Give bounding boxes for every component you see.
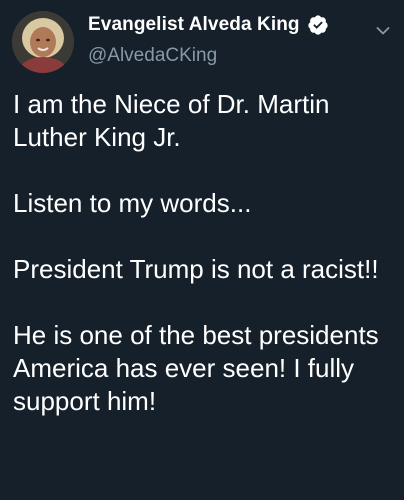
avatar[interactable]	[12, 11, 74, 73]
verified-badge-icon	[308, 15, 328, 35]
tweet-paragraph: I am the Niece of Dr. Martin Luther King…	[13, 89, 330, 152]
tweet-paragraph: He is one of the best presidents America…	[13, 320, 379, 416]
tweet-text: I am the Niece of Dr. Martin Luther King…	[13, 88, 398, 418]
avatar-image	[12, 11, 74, 73]
tweet-paragraph: President Trump is not a racist!!	[13, 254, 379, 284]
handle[interactable]: @AlvedaCKing	[88, 45, 217, 67]
tweet-card: Evangelist Alveda King @AlvedaCKing I am…	[0, 0, 404, 500]
tweet-paragraph: Listen to my words...	[13, 188, 252, 218]
chevron-down-icon[interactable]	[376, 26, 390, 36]
display-name[interactable]: Evangelist Alveda King	[88, 14, 300, 36]
